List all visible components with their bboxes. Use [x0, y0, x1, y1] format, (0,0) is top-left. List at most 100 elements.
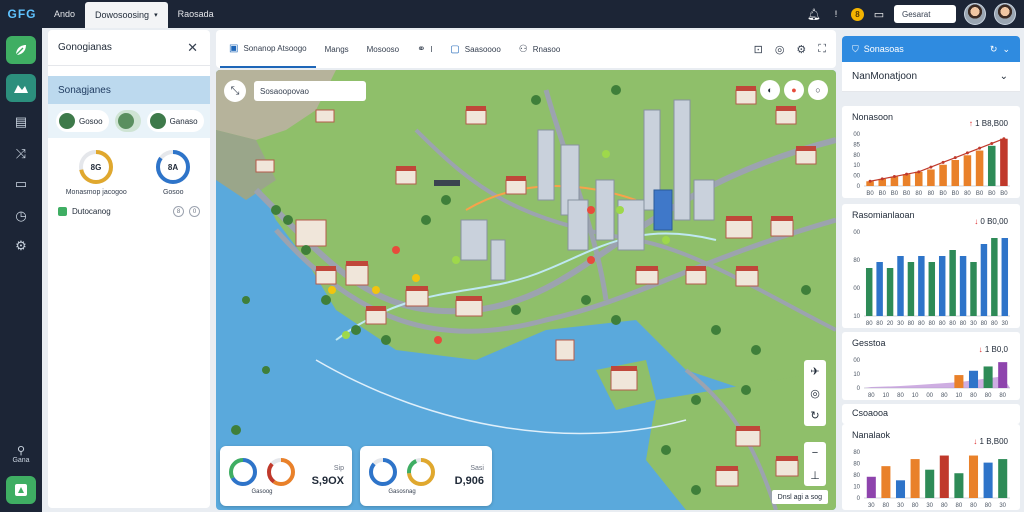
chart-bar	[954, 473, 964, 498]
shuffle-icon[interactable]: ⤨	[6, 140, 36, 168]
x-tick-label: 30	[970, 321, 977, 327]
x-tick-label: 30	[1001, 321, 1008, 327]
x-tick-label: B0	[939, 191, 947, 197]
tab-map[interactable]: ▣ Sonanop Atsoogo	[220, 30, 316, 68]
chart-bar	[881, 466, 891, 498]
filter-chip[interactable]	[114, 110, 141, 132]
x-tick-label: 80	[941, 393, 948, 399]
map-canvas[interactable]	[216, 70, 836, 510]
tab-binoculars[interactable]: ⚭ l	[408, 30, 441, 68]
gear-icon[interactable]: ⚙	[796, 43, 806, 56]
tab-label: Saasoooo	[464, 44, 501, 54]
right-panel-title: Sonasoas	[863, 44, 904, 54]
top-tab-raosada[interactable]: Raosada	[168, 0, 224, 28]
x-tick-label: 80	[918, 321, 925, 327]
chart-card-header[interactable]: Csoaooa	[842, 404, 1020, 424]
checkbox[interactable]	[58, 207, 67, 216]
expand-icon[interactable]: ⛶	[818, 43, 826, 56]
zoom-reset-button[interactable]: ⊥	[810, 464, 820, 486]
stat-card[interactable]: Gasoog Sip S,9OX	[220, 446, 352, 506]
chart-bar	[968, 455, 979, 498]
chart-svg: 00858010000B0 B0 B0 B0 80 80 B0 B0 80 B0 B0 B0	[853, 132, 1010, 197]
chart-bar	[998, 459, 1008, 498]
chart-card[interactable]: Nonasoon ↑ 1 B8,B00 00 85 80 10 00 0 B0 B0 B0 B0 8…	[842, 106, 1020, 198]
toggle-icon[interactable]: ◐	[760, 80, 780, 100]
document-icon[interactable]: ▤	[6, 108, 36, 136]
city-map[interactable]: ⤡ Sosaoopovao ◐ ● ○ ✈ ◎ ↻ − ⊥ Dnsl agi a…	[216, 70, 836, 510]
info-icon[interactable]: !	[829, 9, 843, 19]
top-tab-ando[interactable]: Ando	[44, 0, 85, 28]
layer-row[interactable]: Dutocanog 8 0	[48, 196, 210, 217]
zoom-out-button[interactable]: −	[812, 442, 818, 464]
stat-label: Sasi	[470, 465, 484, 472]
top-search-input[interactable]: Gesarat	[894, 5, 956, 23]
bell-icon[interactable]: 🔔︎	[807, 8, 821, 21]
x-tick-label: 80	[949, 321, 956, 327]
stat-text: Sasi D,906	[455, 465, 484, 487]
right-panel-header: ⛉ Sonasoas ↻ ⌄	[842, 36, 1020, 62]
chart-bar	[959, 256, 967, 316]
record-icon[interactable]: ●	[784, 80, 804, 100]
chevron-down-icon[interactable]: ⌄	[1002, 44, 1010, 55]
metric-dropdown[interactable]: NanMonatjoon ⌄	[842, 62, 1020, 92]
zoom-controls: − ⊥	[804, 442, 826, 486]
avatar[interactable]	[964, 3, 986, 25]
avatar-secondary[interactable]	[994, 3, 1016, 25]
trend-point	[892, 175, 896, 179]
back-arrow-icon[interactable]: ⤡	[224, 80, 246, 102]
tab-rnasoo[interactable]: ⚇ Rnasoo	[510, 30, 570, 68]
x-tick-label: B0	[879, 191, 887, 197]
top-tab-label: Dowosoosing	[95, 10, 150, 20]
rotate-icon[interactable]: ↻	[810, 404, 819, 426]
map-search-input[interactable]: Sosaoopovao	[254, 81, 366, 101]
y-tick-label: 0	[857, 496, 861, 502]
tab-mangs[interactable]: Mangs	[316, 30, 358, 68]
dropdown-value: NanMonatjoon	[852, 71, 918, 82]
chart-bar	[963, 155, 972, 186]
apps-icon[interactable]	[6, 476, 36, 504]
stat-value: S,9OX	[311, 475, 344, 487]
clock-icon[interactable]: ◷	[6, 202, 36, 230]
filter-chip[interactable]: Gosoo	[56, 110, 109, 132]
chart-bar	[970, 262, 977, 316]
x-tick-label: 80	[883, 503, 890, 509]
region-map-icon[interactable]	[6, 74, 36, 102]
map-attribution: Dnsl agi a sog	[771, 490, 828, 504]
y-tick-label: 10	[853, 485, 860, 491]
tab-mosooso[interactable]: Mosooso	[358, 30, 408, 68]
coin-badge[interactable]: 8	[851, 7, 864, 21]
locate-icon[interactable]: ◎	[810, 382, 820, 404]
filter-chip[interactable]: Ganaso	[146, 110, 204, 132]
chart-card[interactable]: Nanalaok ↓ 1 B,B00 80 80 80 10 0 30 80 30 80 30 80…	[842, 424, 1020, 510]
close-icon[interactable]: ✕	[187, 40, 198, 56]
circle-icon[interactable]: ○	[808, 80, 828, 100]
chart-card[interactable]: Gesstoa ↓ 1 B0,0 00 10 0 80 10 80 10 00 80 10 80 80…	[842, 332, 1020, 400]
app-logo[interactable]: GFG	[0, 0, 44, 28]
top-tab-dowosoosing[interactable]: Dowosoosing ▾	[85, 2, 168, 28]
chart-bar	[975, 150, 984, 186]
trend-point	[929, 165, 933, 169]
compass-icon[interactable]: ✈	[810, 360, 819, 382]
rail-user[interactable]: ⚲ Gana	[0, 444, 42, 464]
panel-icon[interactable]: ▭	[6, 170, 36, 198]
trend-point	[905, 172, 909, 176]
x-tick-label: 80	[897, 393, 904, 399]
layer-badge[interactable]: 0	[189, 206, 200, 217]
refresh-icon[interactable]: ↻	[990, 44, 998, 55]
ring-label: Monasmop jacogoo	[65, 189, 127, 196]
target-icon[interactable]: ◎	[775, 43, 785, 56]
window-icon[interactable]: ▭	[872, 8, 886, 21]
chart-bar	[949, 250, 956, 316]
layer-badge[interactable]: 8	[173, 206, 184, 217]
y-tick-label: 10	[853, 314, 860, 320]
chart-bar	[1000, 138, 1008, 186]
chart-bar	[902, 174, 911, 186]
y-tick-label: 00	[853, 174, 860, 180]
tab-saasoooo[interactable]: ▢ Saasoooo	[441, 30, 509, 68]
leaf-map-icon[interactable]	[6, 36, 36, 64]
gear-icon[interactable]: ⚙	[6, 232, 36, 260]
chart-card[interactable]: Rasomianlaoan ↓ 0 B0,00 00 80 00 10 80 80 20 30…	[842, 204, 1020, 328]
chart-bar	[951, 160, 960, 186]
stat-card[interactable]: Gasosnag Sasi D,906	[360, 446, 492, 506]
frame-icon[interactable]: ⊡	[754, 43, 763, 56]
